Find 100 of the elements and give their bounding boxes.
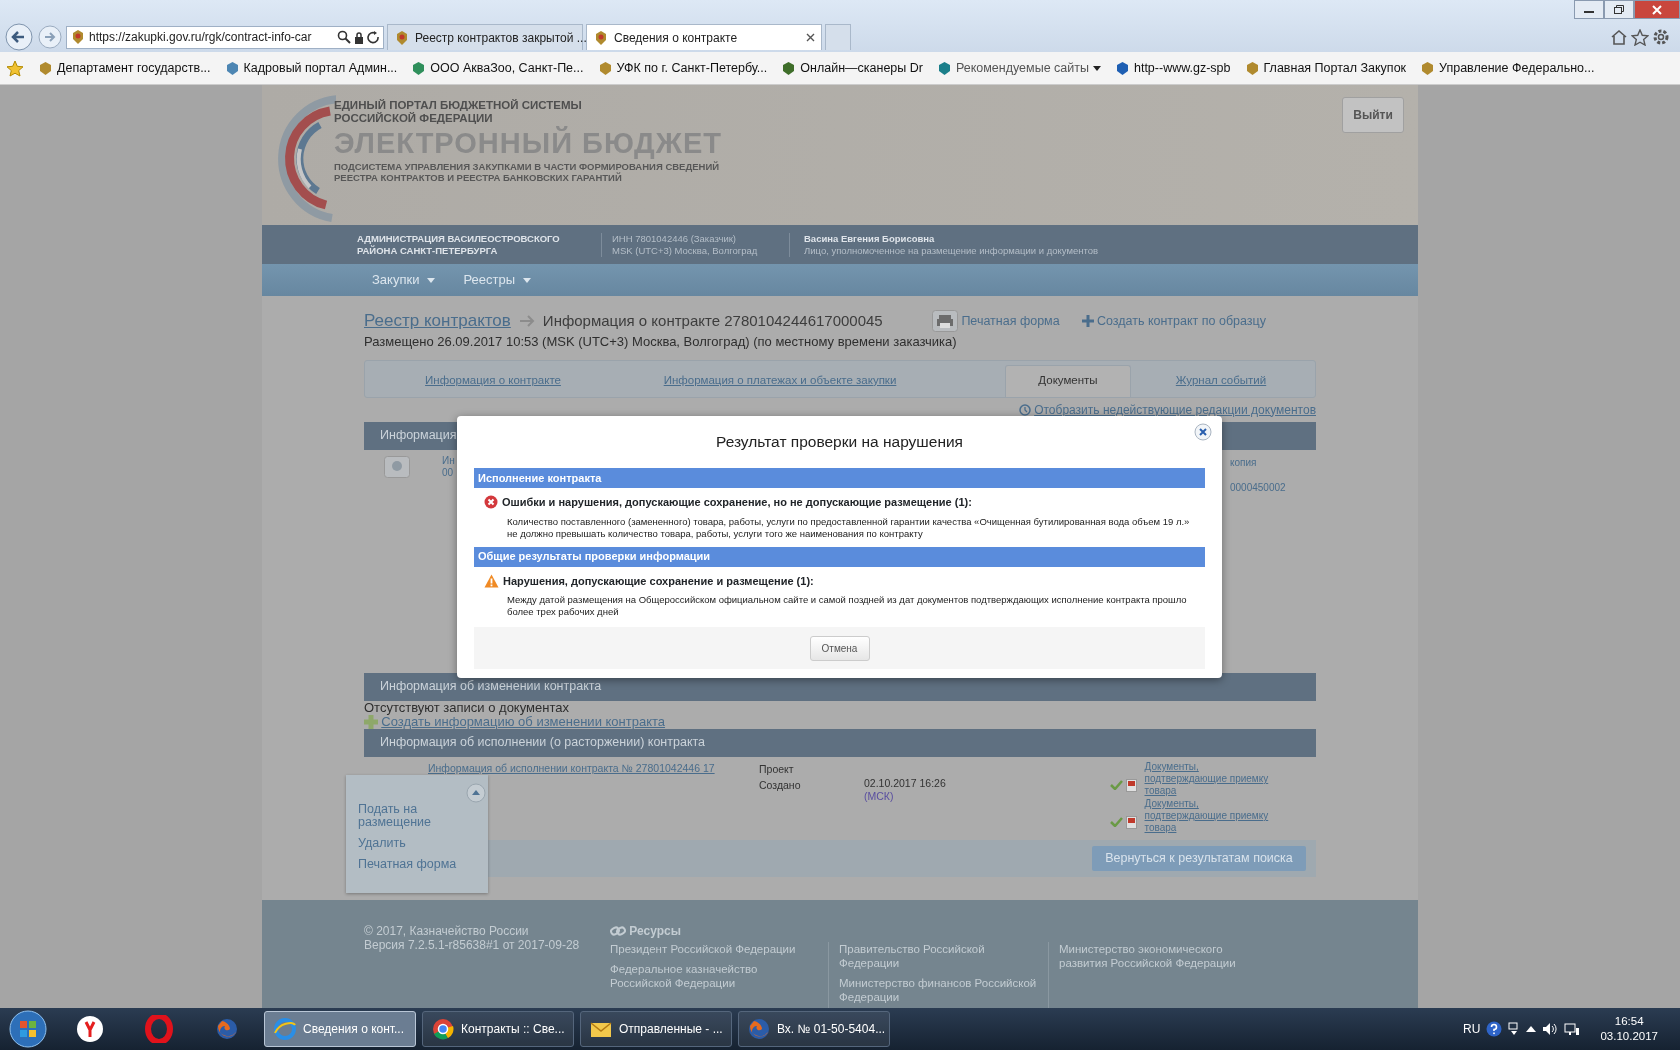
home-icon[interactable] xyxy=(1610,29,1628,45)
action-link[interactable]: Печатная форма xyxy=(932,310,1060,332)
taskbar-button[interactable]: Сведения о конт... xyxy=(264,1011,416,1047)
create-change-link[interactable]: Создать информацию об изменении контракта xyxy=(381,714,666,729)
bookmark-link[interactable]: Главная Портал Закупок xyxy=(1244,58,1407,78)
back-icon[interactable] xyxy=(4,22,34,52)
refresh-icon[interactable] xyxy=(367,30,380,44)
clock[interactable]: 16:54 03.10.2017 xyxy=(1600,1014,1658,1044)
content-tab[interactable]: Журнал событий xyxy=(1131,364,1311,397)
cancel-button[interactable]: Отмена xyxy=(809,635,870,661)
taskbar-button[interactable]: Контракты :: Све... xyxy=(422,1011,574,1047)
footer-link[interactable]: Федеральное казначейство Российской Федерации xyxy=(610,962,818,990)
bookmark-link[interactable]: Рекомендуемые сайты xyxy=(936,58,1101,78)
close-tab-icon[interactable] xyxy=(806,33,815,42)
group-header: Исполнение контракта xyxy=(474,468,1205,488)
favorites-star-icon[interactable] xyxy=(6,59,24,77)
group-header: Общие результаты проверки информации xyxy=(474,546,1205,567)
emblem-icon xyxy=(394,29,410,46)
plus-icon xyxy=(1081,315,1094,327)
footer-link[interactable]: Правительство Российской Федерации xyxy=(839,942,1038,970)
check-icon xyxy=(1110,817,1123,827)
menu-item[interactable]: Подать на размещение xyxy=(358,803,448,829)
history-icon[interactable] xyxy=(1018,403,1031,416)
language-indicator[interactable]: RU xyxy=(1463,1020,1481,1038)
site-icon xyxy=(781,60,797,76)
user-role: Лицо, уполномоченное на размещение информации и документов xyxy=(804,244,1099,257)
nav-menu[interactable]: Реестры xyxy=(463,270,531,290)
placed-date-text: Размещено 26.09.2017 10:53 (MSK (UTC+3) Москва, Волгоград) (по местному времени заказчика) xyxy=(364,333,958,351)
attachment-link[interactable]: Документы, подтверждающие приемку товара xyxy=(1144,761,1275,797)
yandex-browser-icon[interactable] xyxy=(76,1015,104,1043)
bookmark-link[interactable]: Кадровый портал Админ... xyxy=(224,58,398,78)
close-button[interactable] xyxy=(1634,0,1680,19)
breadcrumb-link[interactable]: Реестр контрактов xyxy=(364,308,511,334)
section-header: Информация об исполнении (о расторжении) контракта xyxy=(364,728,1316,757)
content-tab[interactable]: Информация о платежах и объекте закупки xyxy=(611,364,949,397)
minimize-button[interactable] xyxy=(1574,0,1604,19)
attachment-link[interactable]: Документы, подтверждающие приемку товара xyxy=(1144,798,1275,834)
volume-icon[interactable] xyxy=(1542,1022,1559,1036)
created-label: Создано xyxy=(759,777,802,793)
caret-icon xyxy=(523,277,531,283)
address-field[interactable]: https://zakupki.gov.ru/rgk/contract-info-car xyxy=(66,25,384,49)
document-text: Ин 00 xyxy=(442,454,455,480)
tray-arrow-icon[interactable] xyxy=(1526,1025,1537,1033)
search-icon[interactable] xyxy=(337,30,351,44)
pdf-icon[interactable] xyxy=(1126,815,1138,829)
user-name: Васина Евгения Борисовна xyxy=(804,232,936,245)
start-icon[interactable] xyxy=(8,1009,48,1049)
app-icon xyxy=(431,1017,455,1041)
bookmark-link[interactable]: http--www.gz-spb xyxy=(1114,58,1231,78)
subsystem-name: ПОДСИСТЕМА УПРАВЛЕНИЯ ЗАКУПКАМИ В ЧАСТИ ФОРМИРОВАНИЯ СВЕДЕНИЙ РЕЕСТРА КОНТРАКТОВ И РЕЕСТРА БАНКОВСКИХ ГАРАНТИЙ xyxy=(334,161,721,183)
document-number: 0000450002 xyxy=(1230,480,1287,495)
created-date: 02.10.2017 16:26 xyxy=(864,776,947,790)
opera-icon[interactable] xyxy=(145,1015,173,1043)
settings-icon[interactable] xyxy=(1652,28,1670,46)
close-icon[interactable] xyxy=(1194,423,1212,441)
lock-icon xyxy=(354,30,364,44)
inn-text: ИНН 7801042446 (Заказчик) xyxy=(612,232,737,245)
collapse-icon[interactable] xyxy=(466,783,486,803)
bookmark-link[interactable]: Онлайн—сканеры Dr xyxy=(781,58,923,78)
organization-name: АДМИНИСТРАЦИЯ ВАСИЛЕОСТРОВСКОГО РАЙОНА САНКТ-ПЕТЕРБУРГА xyxy=(357,232,561,257)
printer-icon xyxy=(932,310,959,332)
nav-menu[interactable]: Закупки xyxy=(372,270,436,290)
empty-records-text: Отсутствуют записи о документах xyxy=(364,700,570,715)
pdf-icon[interactable] xyxy=(1126,778,1138,792)
back-to-results-button[interactable]: Вернуться к результатам поиска xyxy=(1092,845,1306,871)
warning-icon xyxy=(484,573,499,588)
violation-message: Количество поставленного (замененного) товара, работы, услуги по предоставленной гарантии качества «Очищенная бутилированная вода объем 19 л.» не должно превышать количество товара, работы, услуги того же наименования по контракту xyxy=(506,514,1191,541)
menu-item[interactable]: Печатная форма xyxy=(358,858,476,871)
bookmark-link[interactable]: УФК по г. Санкт-Петербу... xyxy=(597,58,768,78)
content-tab[interactable]: Документы xyxy=(1005,364,1131,397)
copy-label: копия xyxy=(1230,455,1258,470)
browser-tab[interactable]: Сведения о контракте xyxy=(586,24,822,50)
footer-link[interactable]: Президент Российской Федерации xyxy=(610,942,818,956)
footer-link[interactable]: Министерство экономического развития Российской Федерации xyxy=(1059,942,1258,970)
document-link[interactable]: Информация об исполнении контракта № 27801042446 17 xyxy=(428,761,715,774)
link-icon xyxy=(610,925,626,937)
content-tab[interactable]: Информация о контракте xyxy=(375,364,611,397)
help-icon[interactable] xyxy=(1486,1021,1503,1037)
footer-link[interactable]: Министерство финансов Российской Федерации xyxy=(839,976,1038,1004)
violation-heading: Нарушения, допускающие сохранение и размещение (1): xyxy=(503,573,814,589)
taskbar-button[interactable]: Отправленные - ... xyxy=(580,1011,732,1047)
logout-button[interactable]: Выйти xyxy=(1342,97,1404,133)
bookmark-link[interactable]: Управление Федерально... xyxy=(1420,58,1595,78)
taskbar-button[interactable]: Вх. № 01-50-5404... xyxy=(738,1011,890,1047)
network-icon[interactable] xyxy=(1564,1022,1581,1036)
menu-item[interactable]: Удалить xyxy=(358,837,476,850)
portal-name: ЕДИНЫЙ ПОРТАЛ БЮДЖЕТНОЙ СИСТЕМЫ РОССИЙСКОЙ ФЕДЕРАЦИИ xyxy=(334,99,583,125)
star-icon[interactable] xyxy=(1631,28,1649,46)
bookmark-link[interactable]: Департамент государств... xyxy=(38,58,211,78)
status-text: Проект xyxy=(759,761,795,777)
caret-icon xyxy=(1092,65,1101,71)
error-icon xyxy=(484,495,498,510)
site-icon xyxy=(411,60,427,76)
bookmark-link[interactable]: ООО АкваЗоо, Санкт-Пе... xyxy=(411,58,584,78)
address-text: https://zakupki.gov.ru/rgk/contract-info-car xyxy=(89,29,313,46)
site-icon xyxy=(936,60,952,76)
restore-button[interactable] xyxy=(1604,0,1634,19)
site-icon xyxy=(1244,60,1260,76)
action-link[interactable]: Создать контракт по образцу xyxy=(1081,311,1266,331)
restore-icon xyxy=(1614,5,1624,14)
